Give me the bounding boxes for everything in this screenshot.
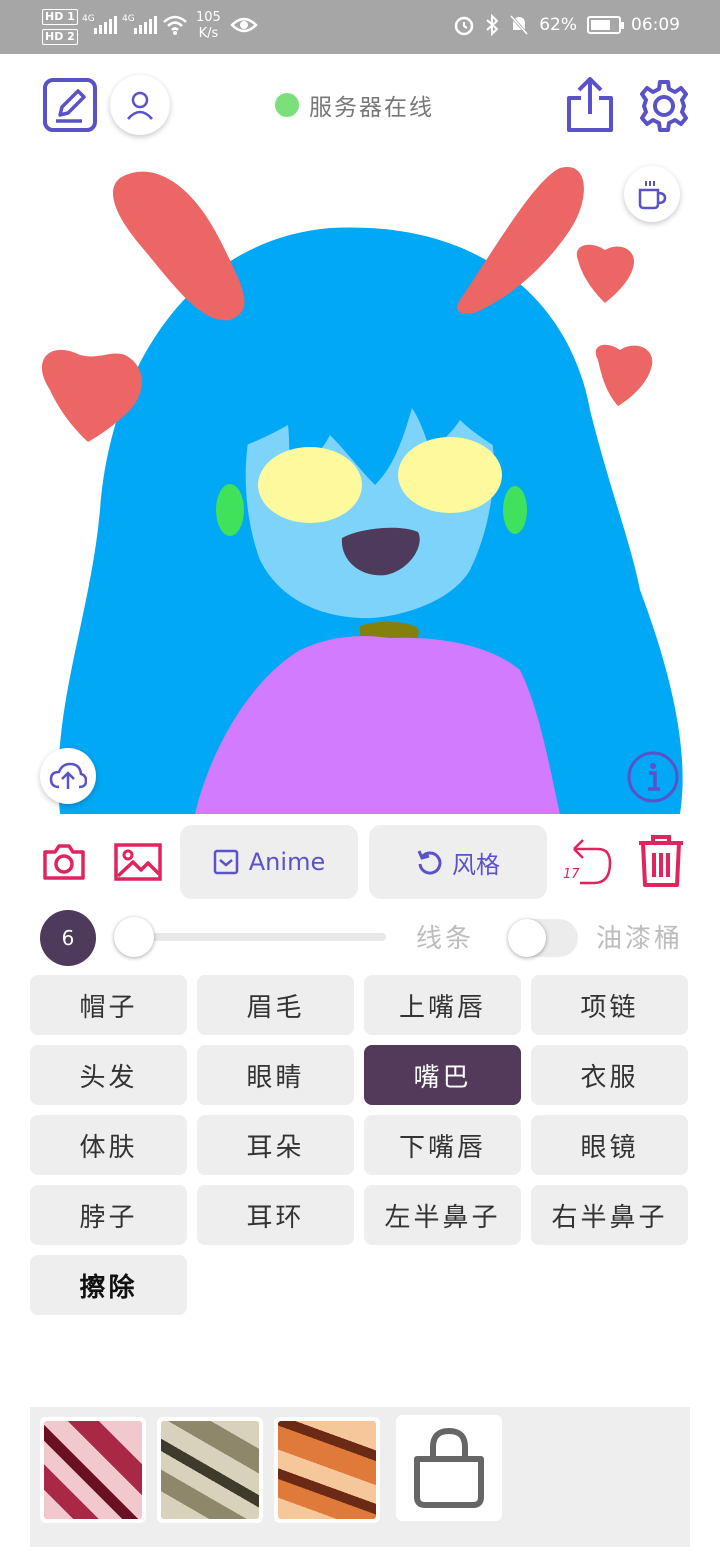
- style-thumbnail-2[interactable]: [157, 1417, 263, 1523]
- checkbox-icon: [213, 849, 239, 875]
- account-button[interactable]: [110, 75, 170, 135]
- settings-button[interactable]: [636, 78, 692, 134]
- part-ears[interactable]: 耳朵: [197, 1115, 354, 1175]
- alarm-icon: [454, 16, 474, 36]
- style-shop-button[interactable]: [396, 1415, 502, 1521]
- edit-drawing-button[interactable]: [42, 77, 98, 133]
- part-erase[interactable]: 擦除: [30, 1255, 187, 1315]
- server-status: 服务器在线: [275, 88, 434, 122]
- mute-bell-icon: [510, 15, 529, 35]
- anime-model-button[interactable]: Anime: [180, 825, 358, 899]
- part-upper-lip[interactable]: 上嘴唇: [364, 975, 521, 1035]
- brush-size-slider-thumb[interactable]: [114, 917, 154, 957]
- server-status-text: 服务器在线: [309, 95, 434, 121]
- status-bar: HD 1 HD 2 4G 4G 105 K/s 62% 06:09: [0, 0, 720, 54]
- app-screen: HD 1 HD 2 4G 4G 105 K/s 62% 06:09 服务器在线 …: [0, 0, 720, 1560]
- style-texture-1: [44, 1421, 142, 1519]
- coffee-icon: [638, 181, 667, 210]
- coffee-button[interactable]: [624, 166, 680, 222]
- status-right: 62% 06:09: [453, 14, 680, 36]
- gallery-button[interactable]: [112, 840, 164, 884]
- part-lower-lip[interactable]: 下嘴唇: [364, 1115, 521, 1175]
- undo-count: 17: [563, 867, 580, 882]
- sim2-type: 4G: [122, 14, 135, 24]
- brush-size-badge: 6: [40, 910, 96, 966]
- part-necklace[interactable]: 项链: [531, 975, 688, 1035]
- part-skin[interactable]: 体肤: [30, 1115, 187, 1175]
- style-tray: [30, 1407, 690, 1547]
- trash-icon: [639, 835, 683, 887]
- part-mouth[interactable]: 嘴巴: [364, 1045, 521, 1105]
- wifi-icon: [163, 15, 187, 35]
- camera-button[interactable]: [40, 840, 88, 884]
- paint-bucket-label: 油漆桶: [596, 924, 684, 954]
- battery-percent: 62%: [539, 15, 577, 35]
- eye-icon: [230, 17, 258, 33]
- part-eyebrows[interactable]: 眉毛: [197, 975, 354, 1035]
- info-icon: [627, 751, 679, 803]
- style-thumbnail-1[interactable]: [40, 1417, 146, 1523]
- sim1-type: 4G: [82, 14, 95, 24]
- network-speed: 105 K/s: [196, 10, 221, 41]
- online-dot: [275, 93, 299, 117]
- part-eyes[interactable]: 眼睛: [197, 1045, 354, 1105]
- part-hat[interactable]: 帽子: [30, 975, 187, 1035]
- style-texture-2: [161, 1421, 259, 1519]
- parts-grid: 帽子 眉毛 上嘴唇 项链 头发 眼睛 嘴巴 衣服 体肤 耳朵 下嘴唇 眼镜 脖子…: [30, 975, 690, 1315]
- style-thumbnail-3[interactable]: [274, 1417, 380, 1523]
- sim1-signal-icon: [94, 16, 117, 34]
- undo-button[interactable]: 17: [560, 835, 616, 889]
- edit-icon: [43, 78, 97, 132]
- anime-label: Anime: [248, 848, 326, 876]
- shopping-bag-icon: [414, 1427, 484, 1508]
- toggle-knob: [508, 919, 546, 957]
- hd1-badge: HD 1: [42, 9, 78, 28]
- share-button[interactable]: [564, 76, 616, 134]
- part-glasses[interactable]: 眼镜: [531, 1115, 688, 1175]
- cloud-upload-icon: [49, 762, 87, 789]
- brush-size-slider[interactable]: [132, 933, 386, 941]
- bluetooth-icon: [486, 14, 499, 36]
- user-icon: [127, 91, 153, 120]
- clock: 06:09: [631, 15, 680, 35]
- drawing-canvas[interactable]: [30, 150, 690, 814]
- part-left-nose[interactable]: 左半鼻子: [364, 1185, 521, 1245]
- gear-icon: [640, 80, 688, 132]
- part-hair[interactable]: 头发: [30, 1045, 187, 1105]
- info-button[interactable]: [626, 750, 680, 804]
- battery-icon: [587, 16, 624, 34]
- delete-button[interactable]: [636, 833, 686, 889]
- style-label: 风格: [452, 850, 500, 879]
- style-texture-3: [278, 1421, 376, 1519]
- share-icon: [567, 77, 613, 132]
- drawing-art: [41, 166, 683, 814]
- paint-bucket-toggle[interactable]: [508, 919, 578, 957]
- part-earrings[interactable]: 耳环: [197, 1185, 354, 1245]
- style-button[interactable]: 风格: [369, 825, 547, 899]
- part-neck[interactable]: 脖子: [30, 1185, 187, 1245]
- part-clothes[interactable]: 衣服: [531, 1045, 688, 1105]
- cloud-upload-button[interactable]: [40, 748, 96, 804]
- line-mode-label: 线条: [416, 924, 475, 954]
- camera-icon: [43, 844, 85, 880]
- hd2-badge: HD 2: [42, 29, 78, 48]
- rotate-icon: [417, 850, 442, 875]
- image-icon: [114, 843, 162, 881]
- sim2-signal-icon: [134, 16, 157, 34]
- part-right-nose[interactable]: 右半鼻子: [531, 1185, 688, 1245]
